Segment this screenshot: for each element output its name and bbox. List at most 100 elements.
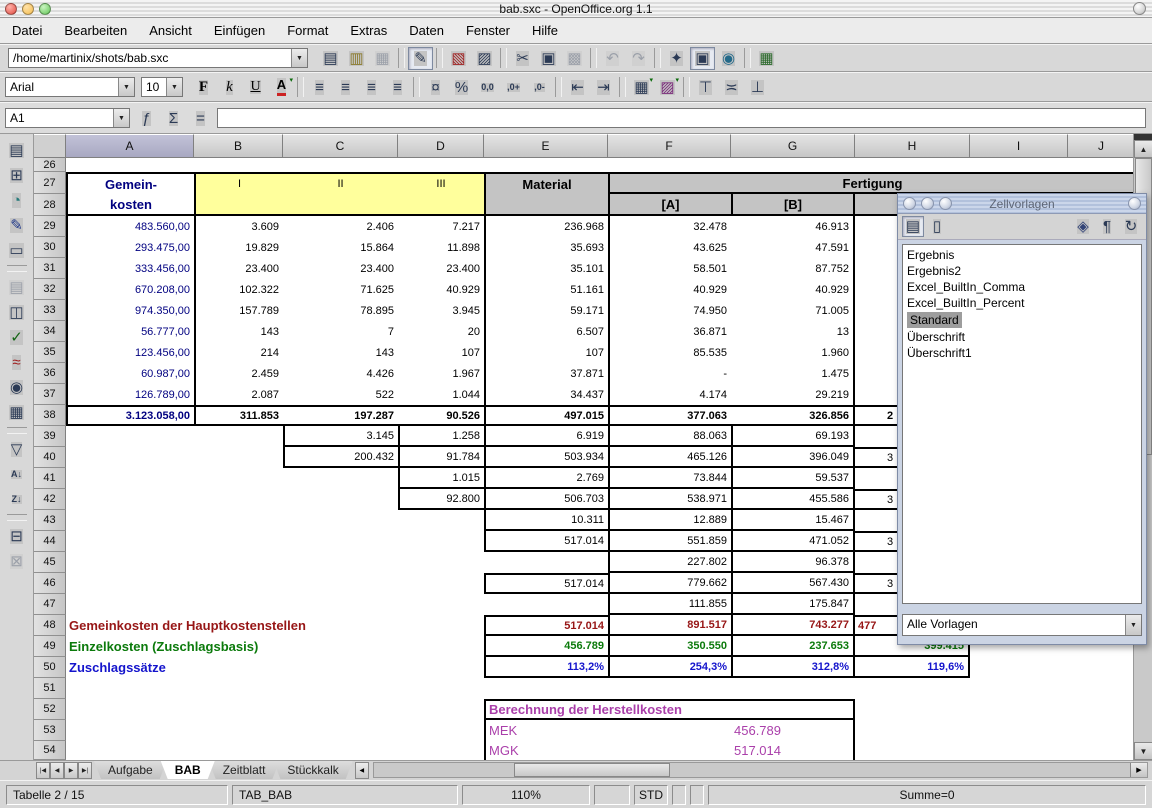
page-styles-icon[interactable]: ▯ [926,216,948,237]
cell-G37[interactable]: 29.219 [731,384,855,405]
title-bar[interactable]: bab.sxc - OpenOffice.org 1.1 [0,0,1152,18]
number-currency-icon[interactable]: ¤ [423,76,448,99]
cell-E30[interactable]: 35.693 [484,237,608,258]
cell-G36[interactable]: 1.475 [731,363,855,384]
font-size-combo[interactable]: 10 ▼ [141,77,183,97]
row-header-29[interactable]: 29 [34,216,66,237]
toolbar-toggle-button[interactable] [1133,2,1146,15]
document-url[interactable]: /home/martinix/shots/bab.sxc [9,49,291,67]
menu-item-extras[interactable]: Extras [350,23,387,38]
style-item-berschrift[interactable]: Überschrift [903,329,1141,345]
row-header-30[interactable]: 30 [34,237,66,258]
menu-item-hilfe[interactable]: Hilfe [532,23,558,38]
cell-F39[interactable]: 88.063 [608,426,731,447]
cell-A33[interactable]: 974.350,00 [66,300,194,321]
cell-C38[interactable]: 197.287 [283,405,398,426]
cell-D35[interactable]: 107 [398,342,484,363]
sort-descending-icon[interactable]: Z↓ [4,487,30,511]
cell-F48[interactable]: 891.517 [608,615,731,636]
cell-F42[interactable]: 538.971 [608,489,731,510]
cell-B38[interactable]: 311.853 [194,405,283,426]
cell-D31[interactable]: 23.400 [398,258,484,279]
cell-D34[interactable]: 20 [398,321,484,342]
cell-G31[interactable]: 87.752 [731,258,855,279]
row-header-44[interactable]: 44 [34,531,66,552]
cell-E49[interactable]: 456.789 [484,636,608,657]
cell-A32[interactable]: 670.208,00 [66,279,194,300]
increase-indent-icon[interactable]: ⇥ [591,76,616,99]
cell-F35[interactable]: 85.535 [608,342,731,363]
cell-D42[interactable]: 92.800 [398,489,484,510]
cell-reference-dropdown-icon[interactable]: ▼ [113,109,129,127]
spellcheck-icon[interactable]: ✓ [4,325,30,349]
cell-B32[interactable]: 102.322 [194,279,283,300]
remove-decimal-icon[interactable]: ,0- [527,76,552,99]
row-header-42[interactable]: 42 [34,489,66,510]
cell-E40[interactable]: 503.934 [484,447,608,468]
row-header-43[interactable]: 43 [34,510,66,531]
cell-F45[interactable]: 227.802 [608,552,731,573]
load-url-combo[interactable]: /home/martinix/shots/bab.sxc ▼ [8,48,308,68]
cell-F44[interactable]: 551.859 [608,531,731,552]
new-style-icon[interactable]: ¶ [1096,216,1118,237]
cell-G44[interactable]: 471.052 [731,531,855,552]
cell-C28[interactable] [283,194,398,216]
cell-E46[interactable]: 517.014 [484,573,608,594]
cell-F33[interactable]: 74.950 [608,300,731,321]
cell-C31[interactable]: 23.400 [283,258,398,279]
row-header-39[interactable]: 39 [34,426,66,447]
style-item-berschrift1[interactable]: Überschrift1 [903,345,1141,361]
cell-E52[interactable]: Berechnung der Herstellkosten [484,699,855,720]
style-list[interactable]: ErgebnisErgebnis2Excel_BuiltIn_CommaExce… [902,244,1142,604]
row-header-31[interactable]: 31 [34,258,66,279]
find-replace-icon[interactable]: ◉ [4,375,30,399]
menu-item-datei[interactable]: Datei [12,23,42,38]
cell-F28[interactable]: [A] [608,194,731,216]
style-item-ergebnis[interactable]: Ergebnis [903,247,1141,263]
cell-D28[interactable] [398,194,484,216]
cell-G53[interactable]: 456.789 [731,720,855,741]
menu-item-einfgen[interactable]: Einfügen [214,23,265,38]
horizontal-scroll-thumb[interactable] [514,763,670,777]
cell-B30[interactable]: 19.829 [194,237,283,258]
style-filter-value[interactable]: Alle Vorlagen [903,615,1125,635]
cell-E34[interactable]: 6.507 [484,321,608,342]
style-item-excelbuiltincomma[interactable]: Excel_BuiltIn_Comma [903,279,1141,295]
cell-A28[interactable]: kosten [66,194,194,216]
cell-E38[interactable]: 497.015 [484,405,608,426]
cell-D38[interactable]: 90.526 [398,405,484,426]
cell-A36[interactable]: 60.987,00 [66,363,194,384]
data-sources-icon[interactable]: ▦ [4,400,30,424]
row-header-46[interactable]: 46 [34,573,66,594]
first-sheet-button[interactable]: |◀ [36,762,50,779]
cell-G30[interactable]: 47.591 [731,237,855,258]
menu-item-ansicht[interactable]: Ansicht [149,23,192,38]
sum-icon[interactable]: Σ [161,107,186,130]
cell-C30[interactable]: 15.864 [283,237,398,258]
insert-chart-icon[interactable]: ◔ [4,188,30,212]
column-header-D[interactable]: D [398,134,484,158]
row-header-37[interactable]: 37 [34,384,66,405]
underline-icon[interactable]: U [243,76,268,99]
cell-F34[interactable]: 36.871 [608,321,731,342]
cell-F29[interactable]: 32.478 [608,216,731,237]
cell-reference-combo[interactable]: A1 ▼ [5,108,130,128]
cell-reference-value[interactable]: A1 [6,109,113,127]
draw-functions-icon[interactable]: ✎ [4,213,30,237]
cell-F43[interactable]: 12.889 [608,510,731,531]
formula-input[interactable] [217,108,1146,128]
row-header-38[interactable]: 38 [34,405,66,426]
cell-E31[interactable]: 35.101 [484,258,608,279]
autoformat-icon[interactable]: ◫ [4,300,30,324]
cell-E53[interactable]: MEK [484,720,608,741]
row-header-36[interactable]: 36 [34,363,66,384]
cell-E43[interactable]: 10.311 [484,510,608,531]
cell-C36[interactable]: 4.426 [283,363,398,384]
sheet-tab-stckkalk[interactable]: Stückkalk [273,761,352,779]
font-size-value[interactable]: 10 [142,78,166,96]
align-bottom-icon[interactable]: ⊥ [745,76,770,99]
align-top-icon[interactable]: ⊤ [693,76,718,99]
column-header-G[interactable]: G [731,134,855,158]
cell-B27[interactable]: I [194,172,283,194]
cell-B34[interactable]: 143 [194,321,283,342]
